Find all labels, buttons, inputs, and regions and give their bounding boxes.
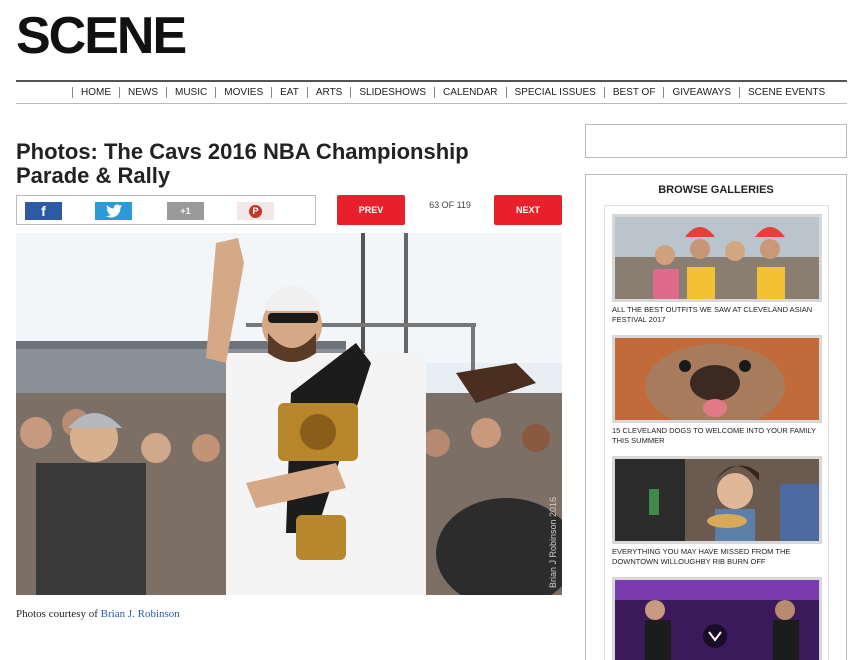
nav-special-issues[interactable]: SPECIAL ISSUES [505, 87, 604, 98]
gallery-item[interactable]: ALL THE BEST OUTFITS WE SAW AT CLEVELAND… [612, 214, 822, 325]
gallery-item[interactable]: EVERYTHING YOU MAY HAVE MISSED FROM THE … [612, 456, 822, 567]
nav-movies[interactable]: MOVIES [215, 87, 271, 98]
nav-best-of[interactable]: BEST OF [603, 87, 664, 98]
browse-galleries-panel: BROWSE GALLERIES ALL THE BEST OUTFITS WE… [585, 174, 847, 660]
photo-caption: Photos courtesy of Brian J. Robinson [16, 608, 180, 620]
nav-home[interactable]: HOME [72, 87, 119, 98]
gallery-thumbnail[interactable] [612, 335, 822, 423]
googleplus-share-button[interactable]: +1 [167, 202, 204, 220]
nav-news[interactable]: NEWS [119, 87, 166, 98]
nav-music[interactable]: MUSIC [166, 87, 215, 98]
nav-slideshows[interactable]: SLIDESHOWS [350, 87, 434, 98]
gallery-caption[interactable]: EVERYTHING YOU MAY HAVE MISSED FROM THE … [612, 547, 822, 567]
dog-thumbnail-image [615, 338, 819, 420]
page-title: Photos: The Cavs 2016 NBA Championship P… [16, 140, 536, 188]
nav-eat[interactable]: EAT [271, 87, 307, 98]
facebook-share-button[interactable]: f [25, 202, 62, 220]
pinterest-icon-letter: P [252, 206, 259, 216]
googleplus-icon: +1 [180, 206, 191, 216]
title-line-1: Photos: The Cavs 2016 NBA Championship [16, 139, 469, 164]
facebook-icon: f [41, 203, 46, 219]
gallery-thumbnail[interactable] [612, 577, 822, 660]
ribs-thumbnail-image [615, 459, 819, 541]
twitter-share-button[interactable] [95, 202, 132, 220]
gallery-item[interactable] [612, 577, 822, 660]
gallery-thumbnail[interactable] [612, 456, 822, 544]
festival-thumbnail-image [615, 217, 819, 299]
nav-scene-events[interactable]: SCENE EVENTS [738, 87, 833, 98]
pinterest-share-button[interactable]: P [237, 202, 274, 220]
parade-photo-illustration: Brian J Robinson 2016 [16, 233, 562, 595]
prev-button[interactable]: PREV [337, 195, 405, 225]
photographer-link[interactable]: Brian J. Robinson [101, 608, 180, 620]
gallery-photo[interactable]: Brian J Robinson 2016 [16, 233, 562, 595]
nav-giveaways[interactable]: GIVEAWAYS [663, 87, 739, 98]
gallery-list: ALL THE BEST OUTFITS WE SAW AT CLEVELAND… [604, 205, 829, 660]
sidebar-title: BROWSE GALLERIES [658, 184, 774, 196]
pinterest-icon: P [249, 204, 262, 218]
photo-watermark: Brian J Robinson 2016 [548, 497, 558, 588]
nav-calendar[interactable]: CALENDAR [434, 87, 505, 98]
site-logo[interactable]: SCENE [16, 6, 187, 66]
title-line-2: Parade & Rally [16, 163, 171, 188]
gallery-caption[interactable]: 15 CLEVELAND DOGS TO WELCOME INTO YOUR F… [612, 426, 822, 446]
gallery-item[interactable]: 15 CLEVELAND DOGS TO WELCOME INTO YOUR F… [612, 335, 822, 446]
share-bar: f +1 P [16, 195, 316, 225]
next-button[interactable]: NEXT [494, 195, 562, 225]
gallery-thumbnail[interactable] [612, 214, 822, 302]
nav-arts[interactable]: ARTS [306, 87, 351, 98]
main-nav: HOME NEWS MUSIC MOVIES EAT ARTS SLIDESHO… [16, 80, 847, 104]
sidebar-search-box[interactable] [585, 124, 847, 158]
slide-counter: 63 OF 119 [429, 200, 471, 210]
gallery-caption[interactable]: ALL THE BEST OUTFITS WE SAW AT CLEVELAND… [612, 305, 822, 325]
concert-thumbnail-image [615, 580, 819, 660]
twitter-bird-icon [105, 204, 122, 218]
caption-prefix: Photos courtesy of [16, 608, 101, 620]
